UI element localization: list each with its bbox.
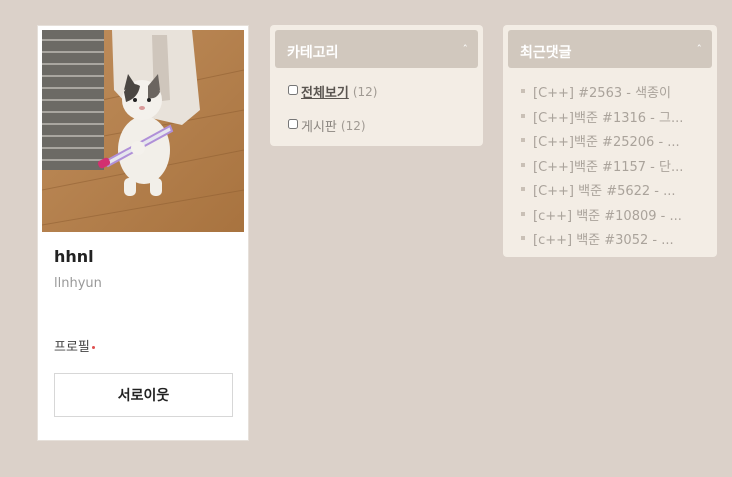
category-widget-title: 카테고리 [287, 45, 339, 61]
new-indicator-dot [91, 346, 95, 349]
profile-link-label[interactable]: 프로필 [54, 340, 90, 355]
comment-item[interactable]: [C++]백준 #1157 - 단... [521, 156, 707, 181]
category-item-label[interactable]: 전체보기 [301, 82, 349, 101]
comment-text[interactable]: [C++]백준 #1157 - 단... [533, 156, 683, 175]
recent-comments-header: 최근댓글 ˆ [508, 30, 712, 68]
comment-item[interactable]: [c++] 백준 #10809 - ... [521, 205, 707, 230]
comment-text[interactable]: [C++]백준 #25206 - ... [533, 131, 680, 150]
bullet-icon [521, 138, 525, 142]
profile-card: hhnl llnhyun 프로필 서로이웃 [37, 25, 249, 441]
comment-text[interactable]: [c++] 백준 #3052 - ... [533, 229, 674, 248]
comment-text[interactable]: [C++]백준 #1316 - 그... [533, 107, 683, 126]
profile-link[interactable]: 프로필 [54, 336, 95, 355]
comment-text[interactable]: [C++] 백준 #5622 - ... [533, 180, 676, 199]
bullet-icon [521, 236, 525, 240]
recent-comments-list: [C++] #2563 - 색종이 [C++]백준 #1316 - 그... [… [521, 82, 707, 254]
checkbox-icon[interactable] [288, 118, 298, 129]
profile-name: hhnl [54, 247, 94, 266]
category-item-board[interactable]: 게시판 (12) [288, 116, 366, 135]
recent-comments-widget: 최근댓글 ˆ [C++] #2563 - 색종이 [C++]백준 #1316 -… [503, 25, 717, 257]
comment-item[interactable]: [C++] 백준 #5622 - ... [521, 180, 707, 205]
category-widget-header: 카테고리 ˆ [275, 30, 478, 68]
profile-id: llnhyun [54, 276, 102, 291]
bullet-icon [521, 187, 525, 191]
profile-photo[interactable] [42, 30, 244, 232]
comment-item[interactable]: [C++]백준 #25206 - ... [521, 131, 707, 156]
bullet-icon [521, 89, 525, 93]
comment-item[interactable]: [C++]백준 #1316 - 그... [521, 107, 707, 132]
category-item-all[interactable]: 전체보기 (12) [288, 82, 377, 101]
category-widget: 카테고리 ˆ 전체보기 (12) 게시판 (12) [270, 25, 483, 146]
comment-item[interactable]: [C++] #2563 - 색종이 [521, 82, 707, 107]
chevron-up-icon[interactable]: ˆ [463, 43, 469, 56]
comment-item[interactable]: [c++] 백준 #3052 - ... [521, 229, 707, 254]
category-item-count: (12) [340, 118, 366, 133]
bullet-icon [521, 211, 525, 216]
bullet-icon [521, 113, 525, 118]
comment-text[interactable]: [c++] 백준 #10809 - ... [533, 205, 682, 224]
checkbox-icon[interactable] [288, 84, 298, 95]
recent-comments-title: 최근댓글 [520, 45, 572, 61]
chevron-up-icon[interactable]: ˆ [697, 43, 703, 56]
comment-text[interactable]: [C++] #2563 - 색종이 [533, 82, 671, 101]
category-item-label[interactable]: 게시판 [301, 116, 337, 135]
category-item-count: (12) [352, 84, 378, 99]
bullet-icon [521, 162, 525, 167]
mutual-neighbor-button[interactable]: 서로이웃 [54, 373, 233, 417]
